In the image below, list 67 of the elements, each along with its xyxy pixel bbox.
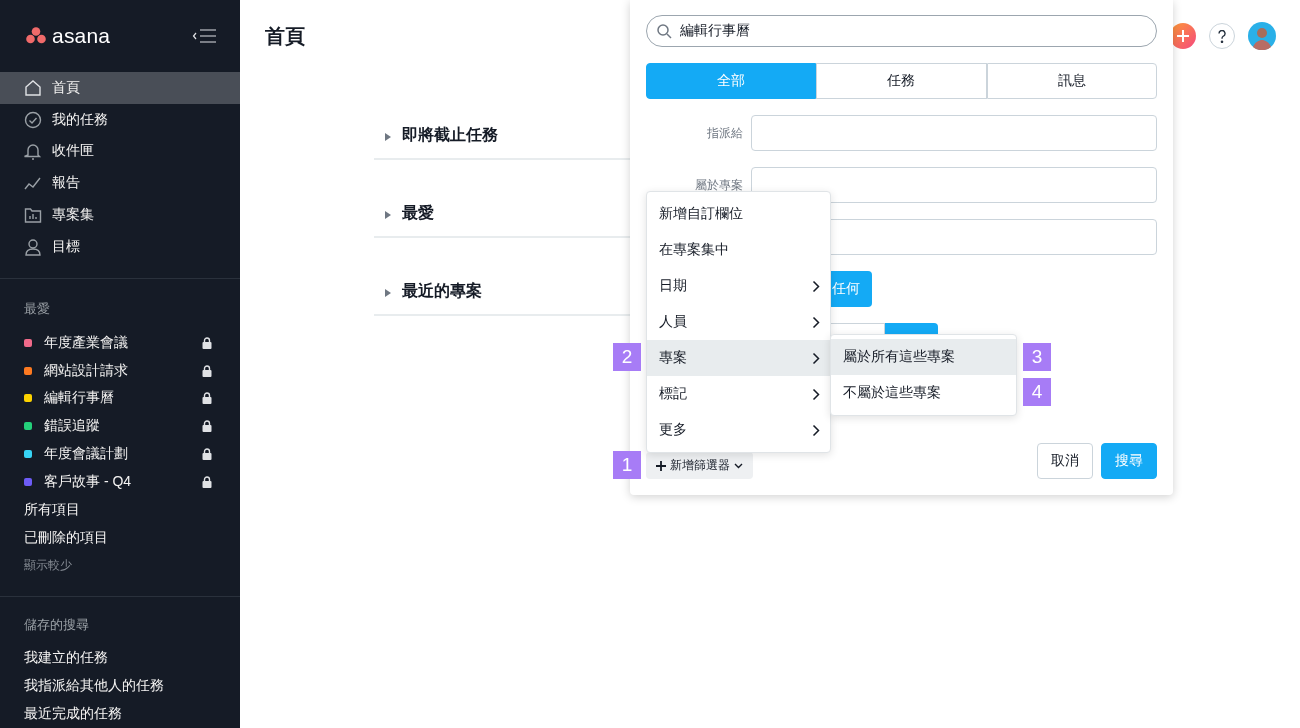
input-field[interactable] — [751, 115, 1157, 151]
nav-item[interactable]: 專案集 — [0, 199, 240, 232]
section-heading: 儲存的搜尋 — [23, 615, 90, 634]
sidebar-link[interactable]: 已刪除的項目 — [24, 528, 108, 547]
filter-tab[interactable]: 訊息 — [986, 63, 1157, 99]
section-title[interactable]: 最愛 — [402, 203, 434, 224]
caret-icon — [734, 462, 743, 469]
section-heading: 最愛 — [23, 299, 51, 318]
avatar-icon[interactable] — [1248, 22, 1276, 50]
nav-item[interactable]: 報告 — [0, 167, 240, 200]
question-mark-icon — [1218, 29, 1226, 43]
plus-icon — [656, 460, 666, 471]
page-title: 首頁 — [265, 23, 305, 49]
logo-icon — [26, 27, 46, 45]
menu-item[interactable]: 人員 — [647, 304, 830, 340]
person-icon — [24, 238, 42, 256]
menu-item[interactable]: 新增自訂欄位 — [647, 196, 830, 232]
expand-triangle-icon[interactable] — [384, 288, 392, 298]
project-link[interactable]: 年度產業會議 — [44, 333, 202, 352]
chevron-right-icon — [812, 387, 820, 401]
saved-search-link[interactable]: 我指派給其他人的任務 — [24, 677, 164, 696]
nav-item[interactable]: 首頁 — [0, 71, 240, 104]
plus-icon — [1177, 30, 1189, 42]
sidebar-link[interactable]: 所有項目 — [24, 500, 80, 519]
add-filter-button[interactable]: 新增篩選器 — [646, 452, 753, 479]
step-number: 3 — [1023, 343, 1051, 371]
project-link[interactable]: 錯誤追蹤 — [44, 417, 202, 436]
bell-icon — [24, 142, 42, 161]
project-link[interactable]: 年度會議計劃 — [44, 445, 202, 464]
menu-item[interactable]: 不屬於這些專案 — [831, 375, 1016, 411]
chevron-right-icon — [812, 351, 820, 365]
step-number: 4 — [1023, 378, 1051, 406]
menu-item[interactable]: 日期 — [647, 268, 830, 304]
bar-chart-folder-icon — [24, 206, 42, 225]
menu-item[interactable]: 在專案集中 — [647, 232, 830, 268]
chevron-right-icon — [812, 423, 820, 437]
saved-search-link[interactable]: 最近完成的任務 — [24, 705, 122, 724]
collapse-sidebar-icon[interactable] — [192, 28, 216, 43]
expand-triangle-icon[interactable] — [384, 210, 392, 220]
section-title[interactable]: 最近的專案 — [402, 281, 482, 302]
nav-item[interactable]: 收件匣 — [0, 135, 240, 168]
saved-search-link[interactable]: 我建立的任務 — [24, 649, 108, 668]
expand-triangle-icon[interactable] — [384, 132, 392, 142]
project-link[interactable]: 網站設計請求 — [44, 361, 202, 380]
home-icon — [24, 78, 42, 97]
search-icon — [657, 23, 672, 39]
chevron-right-icon — [812, 279, 820, 293]
field-label: 指派給 — [706, 124, 743, 142]
chevron-right-icon — [812, 315, 820, 329]
project-link[interactable]: 客戶故事 - Q4 — [44, 473, 202, 492]
cancel-button[interactable]: 取消 — [1037, 443, 1093, 479]
step-number: 1 — [613, 451, 641, 479]
toggle-button[interactable] — [885, 323, 938, 334]
menu-item[interactable]: 專案 — [647, 340, 830, 376]
section-title[interactable]: 即將截止任務 — [402, 125, 498, 146]
menu-item[interactable]: 標記 — [647, 376, 830, 412]
nav-item[interactable]: 我的任務 — [0, 103, 240, 136]
check-circle-icon — [24, 110, 42, 129]
step-number: 2 — [613, 343, 641, 371]
menu-item[interactable]: 更多 — [647, 412, 830, 448]
field-label: 屬於專案 — [694, 176, 743, 194]
show-less-link[interactable]: 顯示較少 — [24, 557, 72, 575]
logo-text: asana — [52, 23, 111, 48]
filter-tab[interactable]: 任務 — [816, 63, 987, 99]
menu-item[interactable]: 屬於所有這些專案 — [831, 339, 1016, 375]
nav-item[interactable]: 目標 — [0, 231, 240, 263]
project-link[interactable]: 編輯行事曆 — [44, 389, 202, 408]
